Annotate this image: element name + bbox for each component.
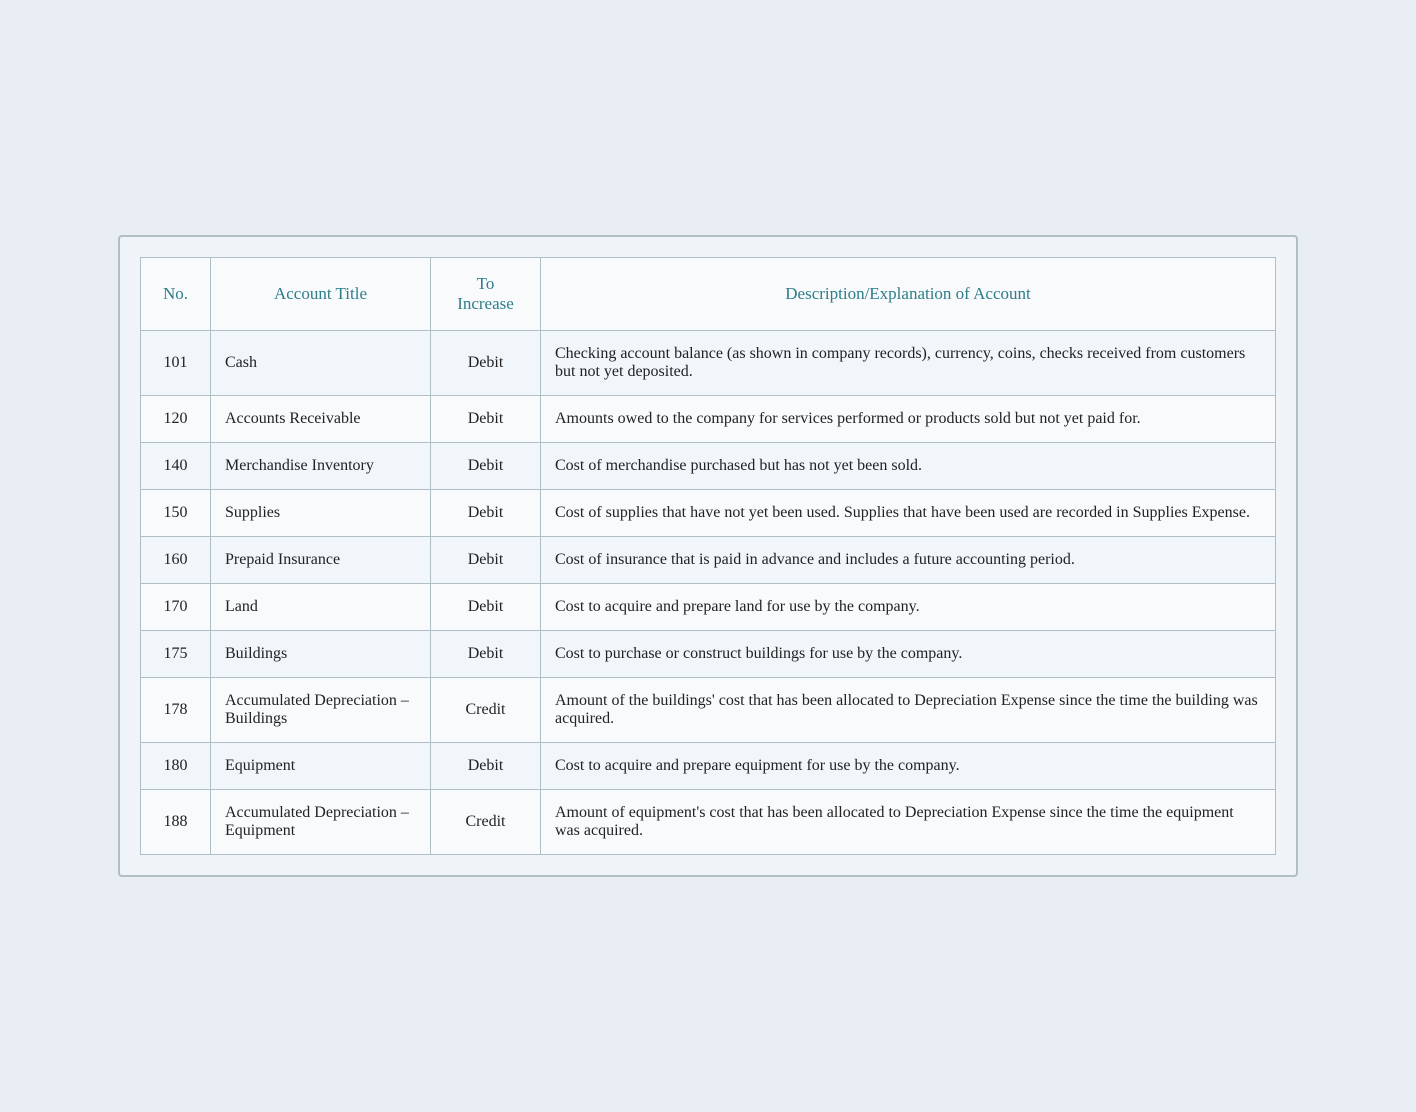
- table-row: 140Merchandise InventoryDebitCost of mer…: [141, 443, 1276, 490]
- cell-increase: Debit: [431, 490, 541, 537]
- accounts-table: No. Account Title ToIncrease Description…: [140, 257, 1276, 855]
- cell-title: Cash: [211, 331, 431, 396]
- cell-no: 178: [141, 678, 211, 743]
- cell-description: Amount of the buildings' cost that has b…: [541, 678, 1276, 743]
- cell-title: Accounts Receivable: [211, 396, 431, 443]
- cell-increase: Credit: [431, 678, 541, 743]
- cell-description: Cost to acquire and prepare equipment fo…: [541, 743, 1276, 790]
- cell-increase: Debit: [431, 331, 541, 396]
- cell-no: 101: [141, 331, 211, 396]
- table-row: 188Accumulated Depreciation – EquipmentC…: [141, 790, 1276, 855]
- cell-no: 120: [141, 396, 211, 443]
- cell-no: 188: [141, 790, 211, 855]
- table-container: No. Account Title ToIncrease Description…: [118, 235, 1298, 877]
- header-to-increase: ToIncrease: [431, 258, 541, 331]
- cell-no: 175: [141, 631, 211, 678]
- cell-description: Cost to acquire and prepare land for use…: [541, 584, 1276, 631]
- cell-increase: Credit: [431, 790, 541, 855]
- cell-title: Supplies: [211, 490, 431, 537]
- table-row: 160Prepaid InsuranceDebitCost of insuran…: [141, 537, 1276, 584]
- cell-description: Checking account balance (as shown in co…: [541, 331, 1276, 396]
- cell-no: 150: [141, 490, 211, 537]
- cell-description: Amounts owed to the company for services…: [541, 396, 1276, 443]
- cell-description: Cost of insurance that is paid in advanc…: [541, 537, 1276, 584]
- cell-increase: Debit: [431, 631, 541, 678]
- header-no: No.: [141, 258, 211, 331]
- cell-title: Land: [211, 584, 431, 631]
- cell-description: Cost of supplies that have not yet been …: [541, 490, 1276, 537]
- cell-increase: Debit: [431, 537, 541, 584]
- cell-title: Buildings: [211, 631, 431, 678]
- cell-increase: Debit: [431, 584, 541, 631]
- header-account-title: Account Title: [211, 258, 431, 331]
- cell-increase: Debit: [431, 443, 541, 490]
- cell-title: Accumulated Depreciation – Equipment: [211, 790, 431, 855]
- cell-description: Amount of equipment's cost that has been…: [541, 790, 1276, 855]
- cell-title: Prepaid Insurance: [211, 537, 431, 584]
- table-row: 101CashDebitChecking account balance (as…: [141, 331, 1276, 396]
- cell-title: Accumulated Depreciation – Buildings: [211, 678, 431, 743]
- table-row: 170LandDebitCost to acquire and prepare …: [141, 584, 1276, 631]
- table-row: 175BuildingsDebitCost to purchase or con…: [141, 631, 1276, 678]
- cell-increase: Debit: [431, 396, 541, 443]
- table-row: 120Accounts ReceivableDebitAmounts owed …: [141, 396, 1276, 443]
- cell-increase: Debit: [431, 743, 541, 790]
- header-description: Description/Explanation of Account: [541, 258, 1276, 331]
- cell-description: Cost of merchandise purchased but has no…: [541, 443, 1276, 490]
- cell-title: Equipment: [211, 743, 431, 790]
- cell-title: Merchandise Inventory: [211, 443, 431, 490]
- table-row: 150SuppliesDebitCost of supplies that ha…: [141, 490, 1276, 537]
- cell-no: 140: [141, 443, 211, 490]
- table-row: 178Accumulated Depreciation – BuildingsC…: [141, 678, 1276, 743]
- table-row: 180EquipmentDebitCost to acquire and pre…: [141, 743, 1276, 790]
- cell-no: 160: [141, 537, 211, 584]
- cell-description: Cost to purchase or construct buildings …: [541, 631, 1276, 678]
- cell-no: 180: [141, 743, 211, 790]
- cell-no: 170: [141, 584, 211, 631]
